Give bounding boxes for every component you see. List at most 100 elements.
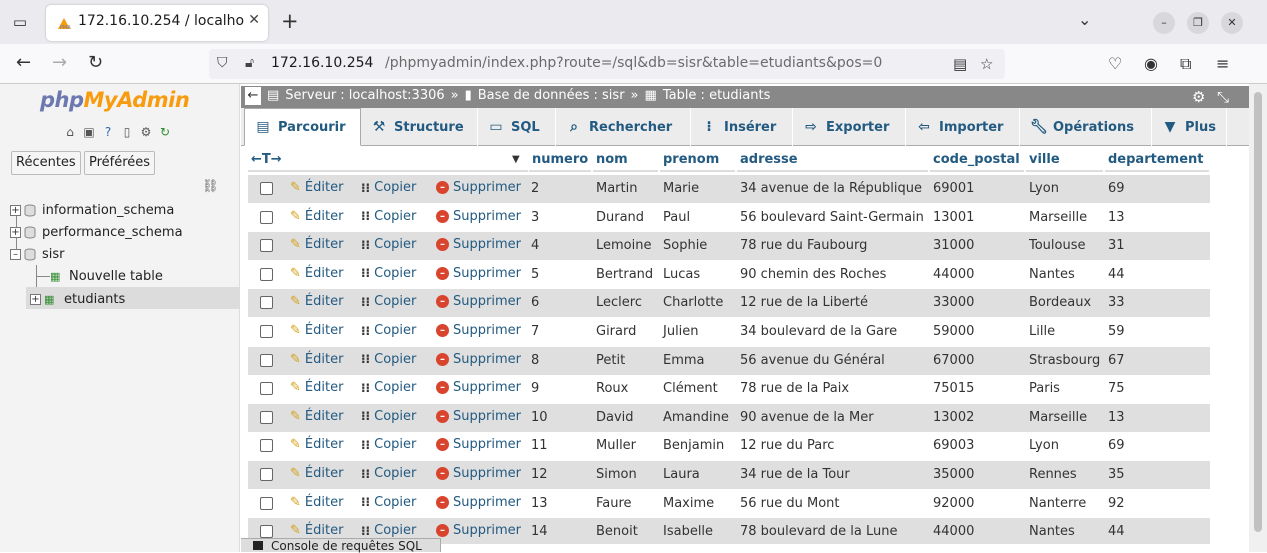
phpmyadmin-logo[interactable]: phpMyAdmin <box>40 88 190 112</box>
delete-link[interactable]: – Supprimer <box>436 180 521 195</box>
edit-link[interactable]: ✎ Éditer <box>290 237 343 252</box>
scrollbar-thumb[interactable] <box>1254 92 1262 532</box>
expand-icon[interactable]: + <box>10 226 21 238</box>
row-checkbox[interactable] <box>260 496 273 510</box>
insecure-lock-icon[interactable]: 🔓︎ <box>245 55 254 71</box>
column-header-adresse[interactable]: adresse <box>737 150 928 172</box>
recent-tables-button[interactable]: Récentes <box>11 151 81 175</box>
delete-link[interactable]: – Supprimer <box>436 209 521 224</box>
tab-browse[interactable]: ▤ Parcourir <box>244 108 361 146</box>
bookmark-star-icon[interactable]: ☆ <box>980 55 993 73</box>
documentation-icon[interactable]: ▯ <box>119 124 135 140</box>
tab-insert[interactable]: ⁝ Insérer <box>691 108 793 146</box>
edit-link[interactable]: ✎ Éditer <box>290 409 343 424</box>
edit-link[interactable]: ✎ Éditer <box>290 380 343 395</box>
edit-link[interactable]: ✎ Éditer <box>290 266 343 281</box>
copy-link[interactable]: ⁝⁝ Copier <box>361 237 416 252</box>
column-arrows-icon[interactable]: ←T→ <box>251 152 282 167</box>
column-header-numero[interactable]: numero <box>529 150 591 172</box>
row-checkbox[interactable] <box>260 439 273 453</box>
copy-link[interactable]: ⁝⁝ Copier <box>361 180 416 195</box>
close-tab-icon[interactable]: ✕ <box>248 12 260 28</box>
page-settings-gear-icon[interactable]: ⚙ <box>1192 88 1205 106</box>
maximize-icon[interactable]: ⤡ <box>1217 88 1229 106</box>
row-checkbox[interactable] <box>260 239 273 253</box>
sql-console-bar[interactable]: Console de requêtes SQL <box>241 538 441 553</box>
copy-link[interactable]: ⁝⁝ Copier <box>361 495 416 510</box>
sort-options-dropdown-icon[interactable]: ▼ <box>512 150 520 170</box>
delete-link[interactable]: – Supprimer <box>436 380 521 395</box>
tab-structure[interactable]: ⚒ Structure <box>361 108 478 146</box>
help-icon[interactable]: ? <box>100 124 116 140</box>
copy-link[interactable]: ⁝⁝ Copier <box>361 380 416 395</box>
edit-link[interactable]: ✎ Éditer <box>290 352 343 367</box>
menu-icon[interactable]: ≡ <box>1216 54 1229 73</box>
edit-link[interactable]: ✎ Éditer <box>290 209 343 224</box>
back-icon[interactable]: ← <box>16 52 31 73</box>
shield-icon[interactable]: ⛉ <box>217 55 228 71</box>
tab-more[interactable]: ▼ Plus <box>1152 108 1227 146</box>
minimize-icon[interactable]: – <box>1153 12 1175 34</box>
copy-link[interactable]: ⁝⁝ Copier <box>361 266 416 281</box>
home-icon[interactable]: ⌂ <box>62 124 78 140</box>
reader-view-icon[interactable]: ▤ <box>953 55 967 73</box>
collapse-nav-arrow-icon[interactable]: ← <box>245 87 261 105</box>
pocket-icon[interactable]: ♡ <box>1108 54 1122 73</box>
settings-gear-icon[interactable]: ⚙ <box>138 124 154 140</box>
copy-link[interactable]: ⁝⁝ Copier <box>361 409 416 424</box>
delete-link[interactable]: – Supprimer <box>436 409 521 424</box>
column-header-departement[interactable]: departement <box>1105 150 1209 172</box>
tab-import[interactable]: ⇦ Importer <box>906 108 1020 146</box>
tree-db-information-schema[interactable]: + information_schema <box>10 200 174 220</box>
page-scrollbar[interactable] <box>1249 84 1267 552</box>
delete-link[interactable]: – Supprimer <box>436 266 521 281</box>
row-checkbox[interactable] <box>260 525 273 539</box>
url-bar[interactable]: ⛉ 🔓︎ 172.16.10.254 /phpmyadmin/index.php… <box>209 49 1005 79</box>
reload-icon[interactable]: ↻ <box>88 52 103 73</box>
delete-link[interactable]: – Supprimer <box>436 323 521 338</box>
copy-link[interactable]: ⁝⁝ Copier <box>361 466 416 481</box>
tab-operations[interactable]: 🔧︎ Opérations <box>1020 108 1152 146</box>
delete-link[interactable]: – Supprimer <box>436 437 521 452</box>
delete-link[interactable]: – Supprimer <box>436 237 521 252</box>
copy-link[interactable]: ⁝⁝ Copier <box>361 294 416 309</box>
row-checkbox[interactable] <box>260 382 273 396</box>
row-checkbox[interactable] <box>260 410 273 424</box>
breadcrumb-database[interactable]: Base de données : sisr <box>478 88 625 103</box>
tab-search[interactable]: ⌕ Rechercher <box>556 108 691 146</box>
edit-link[interactable]: ✎ Éditer <box>290 323 343 338</box>
account-icon[interactable]: ◉ <box>1144 54 1158 73</box>
delete-link[interactable]: – Supprimer <box>436 466 521 481</box>
expand-icon[interactable]: + <box>30 293 41 305</box>
tree-table-etudiants[interactable]: + ▦ etudiants <box>30 289 125 309</box>
edit-link[interactable]: ✎ Éditer <box>290 294 343 309</box>
edit-link[interactable]: ✎ Éditer <box>290 495 343 510</box>
edit-link[interactable]: ✎ Éditer <box>290 466 343 481</box>
copy-link[interactable]: ⁝⁝ Copier <box>361 437 416 452</box>
link-with-main-panel-icon[interactable]: ⛓ <box>202 179 219 194</box>
tree-new-table[interactable]: ▦ Nouvelle table <box>50 266 163 286</box>
row-checkbox[interactable] <box>260 210 273 224</box>
copy-link[interactable]: ⁝⁝ Copier <box>361 323 416 338</box>
row-checkbox[interactable] <box>260 468 273 481</box>
tree-db-performance-schema[interactable]: + performance_schema <box>10 222 183 242</box>
delete-link[interactable]: – Supprimer <box>436 352 521 367</box>
column-header-prenom[interactable]: prenom <box>660 150 735 172</box>
copy-link[interactable]: ⁝⁝ Copier <box>361 209 416 224</box>
tab-export[interactable]: ⇨ Exporter <box>793 108 906 146</box>
row-checkbox[interactable] <box>260 182 273 195</box>
copy-link[interactable]: ⁝⁝ Copier <box>361 352 416 367</box>
reload-navigation-icon[interactable]: ↻ <box>157 124 173 140</box>
edit-link[interactable]: ✎ Éditer <box>290 180 343 195</box>
breadcrumb-server[interactable]: Serveur : localhost:3306 <box>285 88 444 103</box>
copy-link[interactable]: ⁝⁝ Copier <box>361 523 416 538</box>
new-tab-icon[interactable]: + <box>281 9 299 33</box>
collapse-icon[interactable]: – <box>10 248 21 260</box>
column-header-ville[interactable]: ville <box>1026 150 1103 172</box>
delete-link[interactable]: – Supprimer <box>436 523 521 538</box>
tree-db-sisr[interactable]: – sisr <box>10 244 65 264</box>
row-checkbox[interactable] <box>260 353 273 367</box>
column-header-code-postal[interactable]: code_postal <box>930 150 1024 172</box>
browser-tab[interactable]: PMA 172.16.10.254 / localhost ✕ <box>46 5 268 41</box>
tab-list-icon[interactable]: ▭ <box>10 12 30 32</box>
